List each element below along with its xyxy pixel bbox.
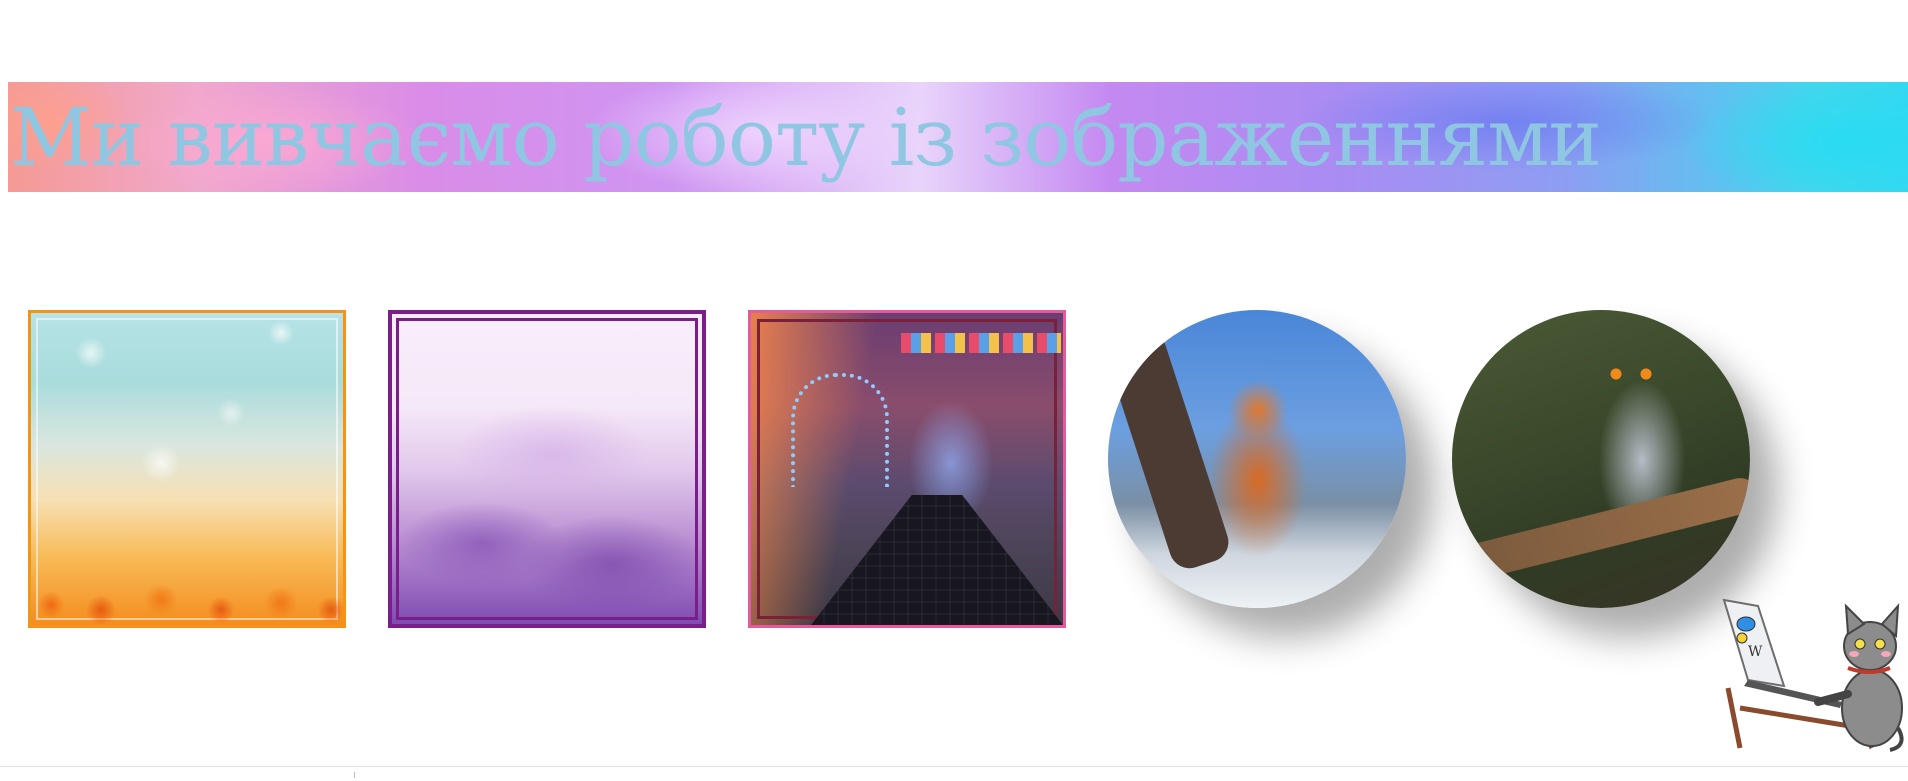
cat-icon	[1814, 603, 1904, 752]
ruler-tick	[354, 772, 355, 778]
page-bottom-divider	[0, 766, 1908, 767]
arch-lights-decoration	[791, 373, 889, 487]
fox-circle-image[interactable]	[1108, 310, 1406, 608]
laptop-icon: W	[1722, 598, 1842, 708]
night-street-frame-image[interactable]	[748, 310, 1066, 628]
maple-leaves-decoration	[31, 565, 343, 625]
page-title: Ми вивчаємо роботу із зображеннями	[10, 91, 1602, 184]
cat-laptop-mascot: W	[1722, 598, 1904, 752]
owl-eyes	[1602, 362, 1662, 386]
owl-circle-image[interactable]	[1452, 310, 1750, 608]
cobblestone-road	[811, 495, 1063, 625]
laptop-logo-text: W	[1748, 644, 1763, 660]
purple-mist-frame-image[interactable]	[388, 310, 706, 628]
autumn-frame-image[interactable]	[28, 310, 346, 628]
string-lights-decoration	[901, 333, 1061, 353]
